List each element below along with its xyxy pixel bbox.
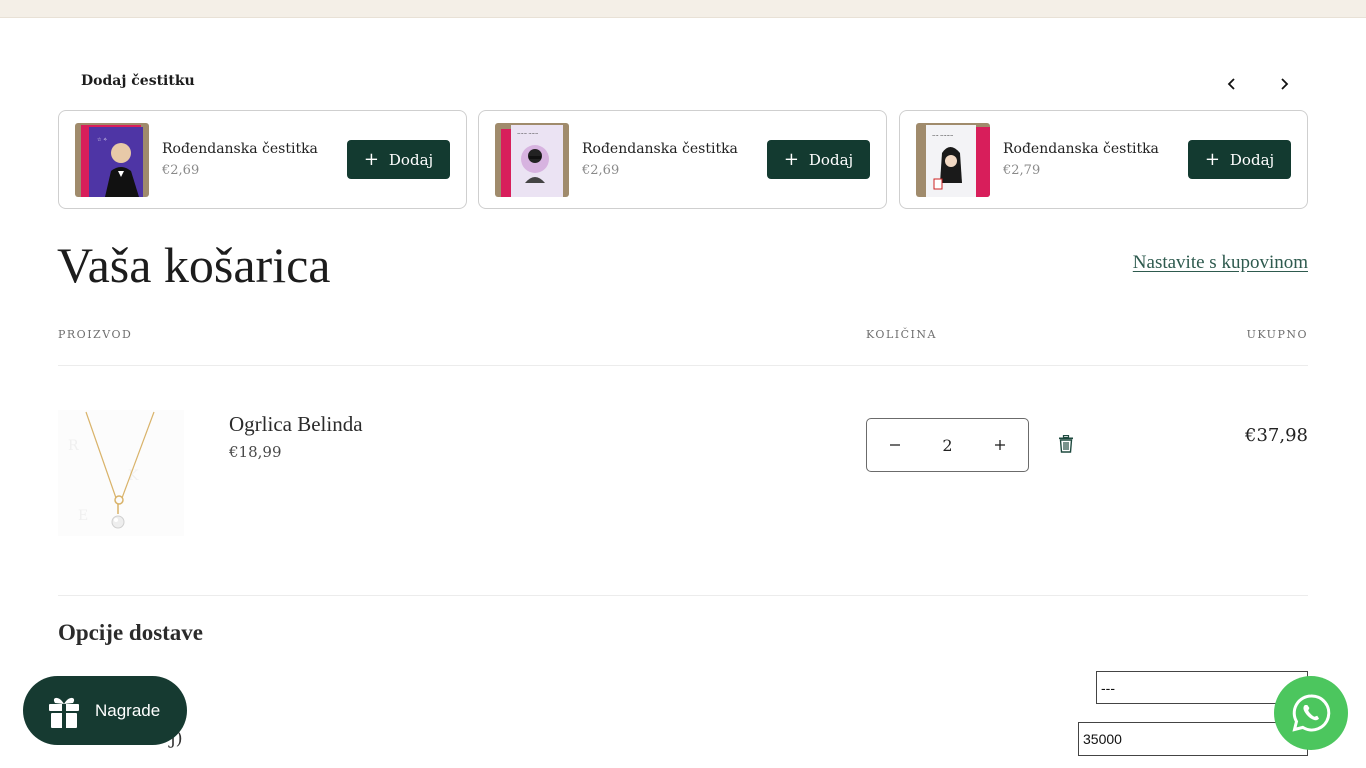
column-header-product: PROIZVOD bbox=[58, 328, 133, 341]
rewards-button[interactable]: Nagrade bbox=[23, 676, 187, 745]
card-thumbnail[interactable]: ~~~ ~~~ bbox=[495, 123, 569, 197]
postal-code-input[interactable] bbox=[1078, 722, 1308, 756]
plus-icon bbox=[995, 440, 1005, 450]
card-name: Rođendanska čestitka bbox=[582, 141, 738, 157]
divider bbox=[58, 365, 1308, 366]
decrease-quantity-button[interactable] bbox=[885, 435, 905, 455]
greeting-card-item: ~~ ~~~~ Rođendanska čestitka €2,79 + Dod… bbox=[899, 110, 1308, 209]
minus-icon bbox=[890, 444, 900, 446]
announcement-bar bbox=[0, 0, 1366, 18]
remove-item-button[interactable] bbox=[1058, 434, 1076, 455]
carousel-next-button[interactable] bbox=[1272, 72, 1296, 96]
plus-icon: + bbox=[783, 148, 799, 170]
shipping-options-title: Opcije dostave bbox=[58, 620, 204, 645]
divider bbox=[58, 595, 1308, 596]
quantity-stepper bbox=[866, 418, 1029, 472]
plus-icon: + bbox=[1204, 148, 1220, 170]
svg-text:E: E bbox=[78, 508, 88, 524]
trash-icon bbox=[1059, 434, 1073, 453]
carousel-prev-button[interactable] bbox=[1220, 72, 1244, 96]
card-thumbnail[interactable]: ~~ ~~~~ bbox=[916, 123, 990, 197]
card-price: €2,69 bbox=[582, 163, 620, 178]
chevron-left-icon bbox=[1227, 78, 1235, 90]
increase-quantity-button[interactable] bbox=[990, 435, 1010, 455]
card-thumbnail[interactable]: ☆ ✧ bbox=[75, 123, 149, 197]
card-price: €2,69 bbox=[162, 163, 200, 178]
product-unit-price: €18,99 bbox=[229, 443, 282, 461]
card-price: €2,79 bbox=[1003, 163, 1041, 178]
product-image[interactable]: R K E bbox=[58, 410, 184, 536]
add-card-button[interactable]: + Dodaj bbox=[767, 140, 870, 179]
add-card-button-label: Dodaj bbox=[808, 150, 854, 169]
chevron-right-icon bbox=[1281, 78, 1289, 90]
whatsapp-icon bbox=[1292, 694, 1331, 732]
quantity-input[interactable] bbox=[927, 435, 968, 455]
svg-text:☆ ✧: ☆ ✧ bbox=[97, 137, 107, 143]
add-card-button-label: Dodaj bbox=[388, 150, 434, 169]
add-card-title: Dodaj čestitku bbox=[81, 73, 195, 89]
column-header-total: UKUPNO bbox=[1246, 328, 1308, 341]
svg-text:~~ ~~~~: ~~ ~~~~ bbox=[932, 133, 953, 138]
gift-icon bbox=[49, 697, 79, 728]
whatsapp-chat-button[interactable] bbox=[1274, 676, 1348, 750]
svg-text:~~~ ~~~: ~~~ ~~~ bbox=[517, 131, 538, 136]
add-card-button[interactable]: + Dodaj bbox=[1188, 140, 1291, 179]
card-name: Rođendanska čestitka bbox=[1003, 141, 1159, 157]
line-total: €37,98 bbox=[1245, 425, 1308, 446]
greeting-card-item: ~~~ ~~~ Rođendanska čestitka €2,69 + Dod… bbox=[478, 110, 887, 209]
svg-text:R: R bbox=[68, 438, 79, 454]
rewards-label: Nagrade bbox=[95, 700, 161, 720]
plus-icon: + bbox=[363, 148, 379, 170]
column-header-quantity: KOLIČINA bbox=[866, 328, 937, 341]
product-name[interactable]: Ogrlica Belinda bbox=[229, 412, 363, 437]
add-card-button-label: Dodaj bbox=[1229, 150, 1275, 169]
card-name: Rođendanska čestitka bbox=[162, 141, 318, 157]
add-card-button[interactable]: + Dodaj bbox=[347, 140, 450, 179]
greeting-card-item: ☆ ✧ Rođendanska čestitka €2,69 + Dodaj bbox=[58, 110, 467, 209]
page-title: Vaša košarica bbox=[57, 237, 331, 293]
continue-shopping-link[interactable]: Nastavite s kupovinom bbox=[1133, 252, 1308, 274]
